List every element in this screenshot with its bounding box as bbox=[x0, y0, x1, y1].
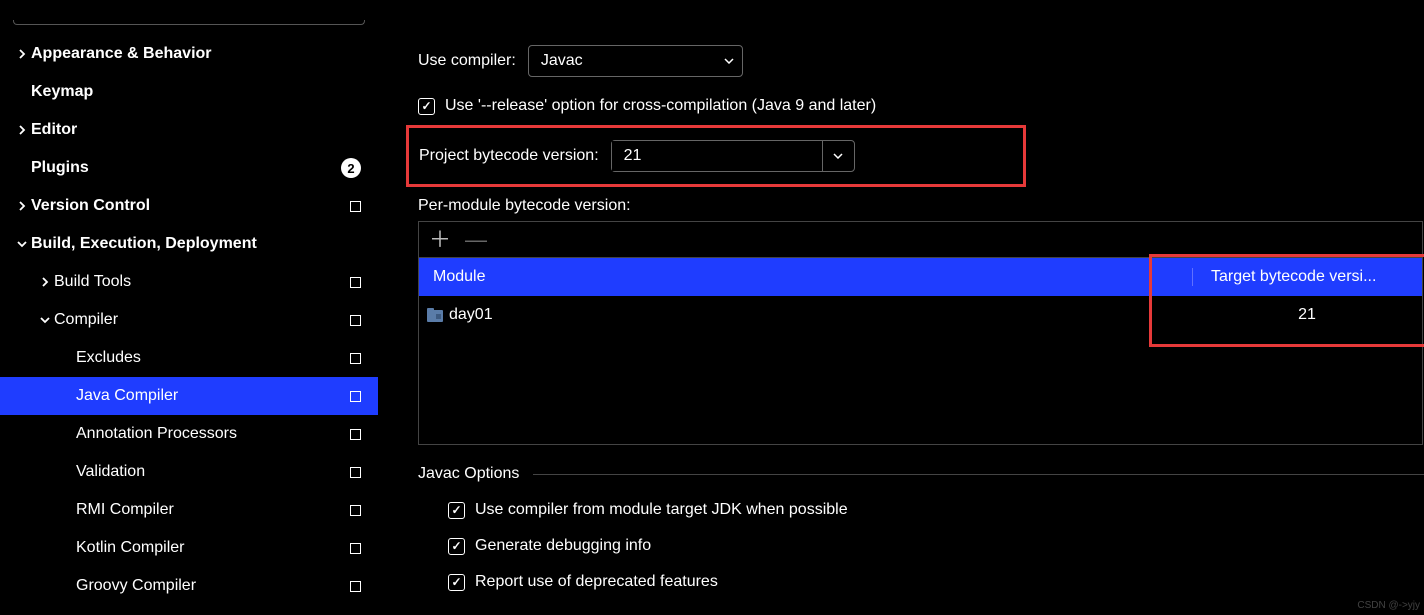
project-indicator-icon bbox=[350, 467, 361, 478]
project-indicator-icon bbox=[350, 277, 361, 288]
project-indicator-icon bbox=[350, 391, 361, 402]
use-compiler-label: Use compiler: bbox=[418, 52, 516, 70]
project-bytecode-row: Project bytecode version: bbox=[406, 125, 1026, 187]
project-bytecode-input[interactable] bbox=[612, 141, 822, 171]
table-header-target[interactable]: Target bytecode versi... bbox=[1192, 268, 1422, 286]
sidebar-item-build-tools[interactable]: Build Tools bbox=[0, 263, 378, 301]
project-bytecode-combo[interactable] bbox=[611, 140, 855, 172]
sidebar-item-java-compiler[interactable]: Java Compiler bbox=[0, 377, 378, 415]
table-header: Module Target bytecode versi... bbox=[419, 258, 1422, 296]
opt-debug-info-row: ✓ Generate debugging info bbox=[448, 537, 1424, 555]
sidebar-item-annotation-processors[interactable]: Annotation Processors bbox=[0, 415, 378, 453]
sidebar-item-label: Version Control bbox=[31, 197, 344, 215]
project-indicator-icon bbox=[350, 201, 361, 212]
opt-use-module-jdk-row: ✓ Use compiler from module target JDK wh… bbox=[448, 501, 1424, 519]
sidebar-item-label: Keymap bbox=[31, 83, 365, 101]
table-row[interactable]: day01 21 bbox=[419, 296, 1422, 334]
chevron-right-icon bbox=[13, 201, 31, 211]
chevron-down-icon[interactable] bbox=[822, 141, 854, 171]
release-option-row: ✓ Use '--release' option for cross-compi… bbox=[418, 97, 1424, 115]
sidebar-item-rmi-compiler[interactable]: RMI Compiler bbox=[0, 491, 378, 529]
project-indicator-icon bbox=[350, 353, 361, 364]
chevron-right-icon bbox=[36, 277, 54, 287]
settings-content: Use compiler: Javac ✓ Use '--release' op… bbox=[378, 0, 1424, 615]
sidebar-item-build-execution-deployment[interactable]: Build, Execution, Deployment bbox=[0, 225, 378, 263]
opt-use-module-jdk-checkbox[interactable]: ✓ bbox=[448, 502, 465, 519]
sidebar-item-label: Editor bbox=[31, 121, 365, 139]
watermark: CSDN @->yjy bbox=[1357, 600, 1420, 611]
opt-use-module-jdk-label: Use compiler from module target JDK when… bbox=[475, 501, 848, 519]
sidebar-item-label: Build, Execution, Deployment bbox=[31, 235, 365, 253]
opt-deprecated-row: ✓ Report use of deprecated features bbox=[448, 573, 1424, 591]
sidebar-item-keymap[interactable]: Keymap bbox=[0, 73, 378, 111]
chevron-down-icon bbox=[13, 239, 31, 249]
sidebar-item-label: Groovy Compiler bbox=[76, 577, 344, 595]
project-indicator-icon bbox=[350, 315, 361, 326]
javac-options: ✓ Use compiler from module target JDK wh… bbox=[448, 501, 1424, 591]
chevron-down-icon bbox=[36, 315, 54, 325]
chevron-right-icon bbox=[13, 49, 31, 59]
per-module-label: Per-module bytecode version: bbox=[418, 197, 1424, 215]
opt-deprecated-label: Report use of deprecated features bbox=[475, 573, 718, 591]
sidebar-item-label: Java Compiler bbox=[76, 387, 344, 405]
project-indicator-icon bbox=[350, 429, 361, 440]
sidebar-item-version-control[interactable]: Version Control bbox=[0, 187, 378, 225]
module-name: day01 bbox=[449, 306, 493, 324]
remove-button[interactable]: — bbox=[465, 229, 487, 251]
use-compiler-value: Javac bbox=[541, 52, 583, 70]
module-target[interactable]: 21 bbox=[1192, 306, 1422, 324]
badge: 2 bbox=[341, 158, 361, 178]
sidebar-item-label: Annotation Processors bbox=[76, 425, 344, 443]
sidebar-item-label: Validation bbox=[76, 463, 344, 481]
sidebar-item-groovy-compiler[interactable]: Groovy Compiler bbox=[0, 567, 378, 605]
chevron-down-icon bbox=[724, 55, 734, 67]
opt-debug-info-checkbox[interactable]: ✓ bbox=[448, 538, 465, 555]
sidebar-item-label: Kotlin Compiler bbox=[76, 539, 344, 557]
release-label: Use '--release' option for cross-compila… bbox=[445, 97, 876, 115]
sidebar-item-appearance-behavior[interactable]: Appearance & Behavior bbox=[0, 35, 378, 73]
settings-sidebar: Appearance & Behavior Keymap Editor Plugins… bbox=[0, 0, 378, 615]
sidebar-item-compiler[interactable]: Compiler bbox=[0, 301, 378, 339]
use-compiler-row: Use compiler: Javac bbox=[418, 45, 1424, 77]
table-header-module[interactable]: Module bbox=[419, 268, 1192, 286]
per-module-table-area: ＋ — Module Target bytecode versi... day0… bbox=[418, 221, 1424, 445]
use-compiler-select[interactable]: Javac bbox=[528, 45, 743, 77]
search-box-bottom-edge[interactable] bbox=[13, 20, 365, 25]
project-indicator-icon bbox=[350, 581, 361, 592]
sidebar-item-label: Appearance & Behavior bbox=[31, 45, 365, 63]
sidebar-item-kotlin-compiler[interactable]: Kotlin Compiler bbox=[0, 529, 378, 567]
project-bytecode-label: Project bytecode version: bbox=[419, 147, 599, 165]
table-toolbar: ＋ — bbox=[419, 222, 1422, 258]
sidebar-item-label: Build Tools bbox=[54, 273, 344, 291]
per-module-table: ＋ — Module Target bytecode versi... day0… bbox=[418, 221, 1423, 445]
sidebar-item-label: Excludes bbox=[76, 349, 344, 367]
module-icon bbox=[427, 308, 443, 322]
sidebar-item-plugins[interactable]: Plugins2 bbox=[0, 149, 378, 187]
javac-options-label: Javac Options bbox=[418, 465, 1424, 483]
add-button[interactable]: ＋ bbox=[429, 229, 451, 251]
sidebar-item-label: RMI Compiler bbox=[76, 501, 344, 519]
project-indicator-icon bbox=[350, 505, 361, 516]
sidebar-item-label: Compiler bbox=[54, 311, 344, 329]
opt-debug-info-label: Generate debugging info bbox=[475, 537, 651, 555]
chevron-right-icon bbox=[13, 125, 31, 135]
project-indicator-icon bbox=[350, 543, 361, 554]
sidebar-item-validation[interactable]: Validation bbox=[0, 453, 378, 491]
sidebar-item-scala-compiler[interactable]: Scala Compiler bbox=[0, 605, 378, 615]
sidebar-item-editor[interactable]: Editor bbox=[0, 111, 378, 149]
release-checkbox[interactable]: ✓ bbox=[418, 98, 435, 115]
sidebar-item-label: Plugins bbox=[31, 159, 341, 177]
opt-deprecated-checkbox[interactable]: ✓ bbox=[448, 574, 465, 591]
sidebar-item-excludes[interactable]: Excludes bbox=[0, 339, 378, 377]
